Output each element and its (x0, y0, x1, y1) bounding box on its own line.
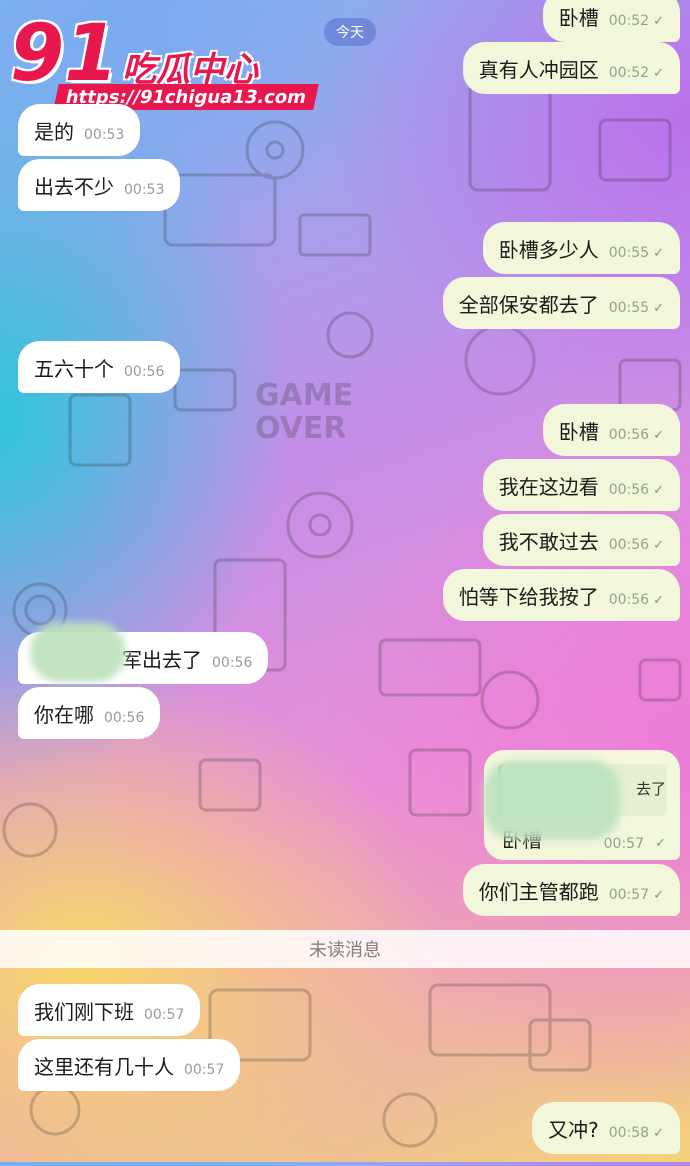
message-time: 00:56 (608, 482, 650, 498)
date-chip: 今天 (324, 18, 376, 46)
message-text: 你在哪 (34, 702, 94, 727)
message-text: 怕等下给我按了 (458, 584, 599, 609)
message-text: 是的 (34, 119, 74, 144)
message-time: 00:55 (608, 245, 650, 261)
svg-text:OVER: OVER (255, 411, 347, 446)
message-text: 卧槽多少人 (498, 237, 599, 262)
message-time: 00:56 (212, 655, 253, 671)
read-check-icon: ✓ (653, 592, 664, 608)
read-check-icon: ✓ (653, 245, 664, 261)
message-text: 又冲? (548, 1117, 599, 1142)
redaction-blur (30, 622, 126, 682)
message-time: 00:56 (608, 427, 650, 443)
read-check-icon: ✓ (653, 537, 664, 553)
message-time: 00:56 (608, 592, 650, 608)
message-time: 00:57 (603, 836, 644, 852)
message-bubble-out[interactable]: 卧槽 00:52 ✓ (542, 0, 680, 42)
read-check-icon: ✓ (653, 427, 664, 443)
message-text: 军出去了 (122, 647, 202, 672)
message-text: 这里还有几十人 (34, 1054, 174, 1079)
unread-messages-divider: 未读消息 (0, 930, 690, 968)
message-time: 00:57 (184, 1062, 225, 1078)
read-check-icon: ✓ (653, 1125, 664, 1141)
quoted-text: 去了 (635, 780, 666, 798)
read-check-icon: ✓ (653, 300, 664, 316)
message-time: 00:56 (124, 364, 165, 380)
message-bubble-out[interactable]: 我在这边看 00:56 ✓ (482, 459, 680, 511)
message-bubble-out[interactable]: 全部保安都去了 00:55 ✓ (442, 277, 680, 329)
redaction-blur (484, 760, 620, 840)
message-bubble-in[interactable]: 这里还有几十人 00:57 (18, 1039, 241, 1091)
message-time: 00:53 (124, 182, 165, 198)
message-time: 00:52 (608, 65, 650, 81)
watermark-number: 91 (10, 9, 119, 99)
message-text: 我在这边看 (498, 474, 599, 499)
message-text: 卧槽 (558, 419, 599, 444)
message-time: 00:57 (608, 887, 650, 903)
message-bubble-out[interactable]: 又冲? 00:58 ✓ (532, 1102, 680, 1154)
read-check-icon: ✓ (653, 482, 664, 498)
read-check-icon: ✓ (653, 887, 664, 903)
message-bubble-in[interactable]: 我们刚下班 00:57 (18, 984, 201, 1036)
message-bubble-in[interactable]: 是的 00:53 (18, 104, 141, 156)
message-bubble-out[interactable]: 真有人冲园区 00:52 ✓ (462, 42, 680, 94)
read-check-icon: ✓ (655, 836, 666, 851)
message-bubble-out[interactable]: 怕等下给我按了 00:56 ✓ (442, 569, 680, 621)
message-text: 卧槽 (558, 5, 599, 30)
message-bubble-out[interactable]: 我不敢过去 00:56 ✓ (482, 514, 680, 566)
read-check-icon: ✓ (653, 13, 664, 29)
message-time: 00:53 (84, 127, 125, 143)
message-text: 五六十个 (34, 356, 114, 381)
message-bubble-in[interactable]: 你在哪 00:56 (18, 687, 161, 739)
message-bubble-in[interactable]: 五六十个 00:56 (18, 341, 181, 393)
message-bubble-out[interactable]: 卧槽多少人 00:55 ✓ (482, 222, 680, 274)
message-text: 真有人冲园区 (478, 57, 599, 82)
site-watermark: 91 吃瓜中心 https://91chigua13.com (6, 9, 319, 110)
message-time: 00:52 (608, 13, 650, 29)
message-text: 出去不少 (34, 174, 114, 199)
read-check-icon: ✓ (653, 65, 664, 81)
message-time: 00:58 (608, 1125, 650, 1141)
message-bubble-in[interactable]: 出去不少 00:53 (18, 159, 181, 211)
svg-text:GAME: GAME (255, 378, 353, 413)
message-time: 00:56 (104, 710, 145, 726)
message-time: 00:56 (608, 537, 650, 553)
message-time: 00:57 (144, 1007, 185, 1023)
message-text: 全部保安都去了 (458, 292, 599, 317)
message-text: 我不敢过去 (498, 529, 599, 554)
message-text: 你们主管都跑 (478, 879, 599, 904)
message-bubble-out[interactable]: 卧槽 00:56 ✓ (542, 404, 680, 456)
message-time: 00:55 (608, 300, 650, 316)
message-bubble-out[interactable]: 你们主管都跑 00:57 ✓ (462, 864, 680, 916)
message-text: 我们刚下班 (34, 999, 134, 1024)
